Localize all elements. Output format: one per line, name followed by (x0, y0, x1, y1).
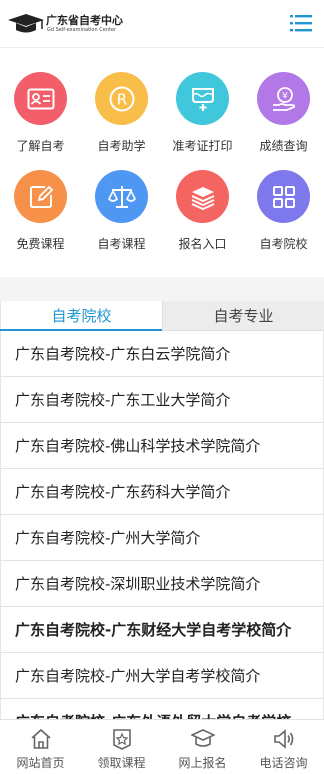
nav-get-course[interactable]: 领取课程 (81, 720, 162, 774)
edit-icon (14, 170, 67, 223)
list-item[interactable]: 广东自考院校-广东工业大学简介 (1, 377, 323, 423)
grid-item-exam-course[interactable]: 自考课程 (81, 147, 162, 251)
grid-label: 报名入口 (178, 237, 227, 251)
home-icon (31, 728, 51, 749)
grid-label: 自考院校 (259, 237, 308, 251)
logo-subtitle: Gd Self-examination Center (47, 27, 117, 33)
list-item[interactable]: 广东自考院校-广州大学简介 (1, 515, 323, 561)
layers-icon (176, 170, 229, 223)
bottom-nav: 网站首页 领取课程 网上报名 电话咨询 (0, 719, 324, 774)
nav-label: 网上报名 (178, 756, 227, 770)
registered-icon: R (95, 72, 148, 125)
svg-text:R: R (116, 90, 126, 108)
grid-label: 免费课程 (16, 237, 65, 251)
graduation-cap-icon (191, 729, 215, 747)
tab-majors[interactable]: 自考专业 (162, 301, 324, 331)
grid-item-score-query[interactable]: ¥ 成绩查询 (243, 49, 324, 153)
grid-label: 自考课程 (97, 237, 146, 251)
logo-title: 广东省自考中心 (46, 14, 123, 27)
print-icon (176, 72, 229, 125)
list-item[interactable]: 广东自考院校-深圳职业技术学院简介 (1, 561, 323, 607)
grid-item-admission-print[interactable]: 准考证打印 (162, 49, 243, 153)
list-item[interactable]: 广东自考院校-广东白云学院简介 (1, 331, 323, 377)
id-card-icon (14, 72, 67, 125)
tab-bar: 自考院校 自考专业 (0, 301, 324, 331)
nav-label: 领取课程 (97, 756, 146, 770)
menu-button[interactable] (290, 13, 312, 33)
scale-icon (95, 170, 148, 223)
grid-icon (257, 170, 310, 223)
grid-item-about[interactable]: 了解自考 (0, 49, 81, 153)
nav-label: 网站首页 (16, 756, 65, 770)
yen-hand-icon: ¥ (257, 72, 310, 125)
institution-list: 广东自考院校-广东白云学院简介 广东自考院校-广东工业大学简介 广东自考院校-佛… (0, 331, 324, 719)
grid-item-institutions[interactable]: 自考院校 (243, 147, 324, 251)
quick-links-grid: 了解自考 R 自考助学 准考证打印 ¥ 成绩查询 免费课程 自考课程 报名入口 (0, 49, 324, 277)
svg-text:¥: ¥ (282, 91, 288, 101)
menu-icon (290, 15, 312, 32)
nav-home[interactable]: 网站首页 (0, 720, 81, 774)
header: 广东省自考中心 Gd Self-examination Center (0, 0, 324, 48)
speaker-icon (274, 729, 294, 749)
star-badge-icon (113, 729, 131, 750)
nav-label: 电话咨询 (259, 756, 308, 770)
tab-institutions[interactable]: 自考院校 (0, 301, 162, 331)
graduation-cap-logo-icon (8, 14, 44, 33)
site-logo[interactable]: 广东省自考中心 Gd Self-examination Center (6, 10, 136, 38)
section-divider (0, 277, 324, 301)
nav-online-register[interactable]: 网上报名 (162, 720, 243, 774)
list-item[interactable]: 广东自考院校-广东药科大学简介 (1, 469, 323, 515)
list-item[interactable]: 广东自考院校-广州大学自考学校简介 (1, 653, 323, 699)
list-item[interactable]: 广东自考院校-广东财经大学自考学校简介 (1, 607, 323, 653)
grid-item-assist[interactable]: R 自考助学 (81, 49, 162, 153)
list-item[interactable]: 广东自考院校-佛山科学技术学院简介 (1, 423, 323, 469)
nav-phone-consult[interactable]: 电话咨询 (243, 720, 324, 774)
list-item[interactable]: 广东自考院校-广东外语外贸大学自考学校 (1, 699, 323, 719)
grid-item-free-course[interactable]: 免费课程 (0, 147, 81, 251)
grid-item-registration[interactable]: 报名入口 (162, 147, 243, 251)
